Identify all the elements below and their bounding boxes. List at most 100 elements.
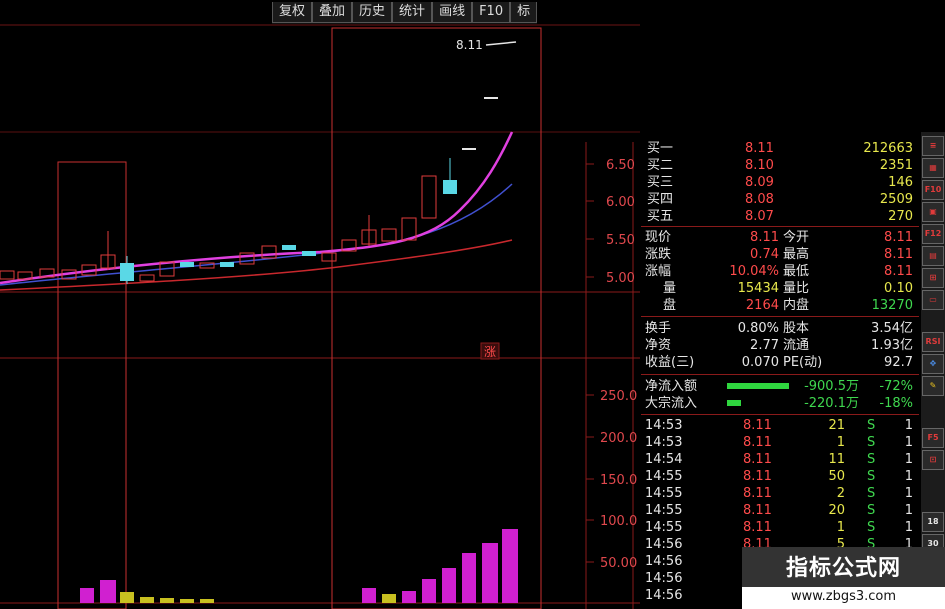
volume-bars — [80, 529, 518, 603]
volume-bar — [442, 568, 456, 603]
bid-volume: 2351 — [879, 158, 913, 173]
candle — [282, 245, 296, 250]
price-tick-label: 6.50 — [606, 158, 635, 173]
tick-time: 14:53 — [645, 418, 683, 433]
fund-value: 2.77 — [750, 338, 779, 353]
quote-panel: 买一 8.11 212663 买二 8.10 2351 买三 8.09 146 买四 8.08… — [641, 140, 919, 609]
bid-price: 8.08 — [745, 192, 774, 207]
volume-bar — [402, 591, 416, 603]
f5-icon[interactable]: F5 — [922, 428, 944, 448]
limit-up-marker: 涨 — [484, 344, 496, 359]
candle — [381, 228, 397, 242]
range-selection-box[interactable] — [57, 161, 127, 609]
stat-label: 量比 — [783, 281, 810, 296]
candle — [139, 274, 155, 282]
flow-value: -900.5万 — [804, 379, 859, 394]
rsi-icon[interactable]: RSI — [922, 332, 944, 352]
price-tick-label: 5.00 — [606, 271, 635, 286]
restore-rights-button[interactable]: 复权 — [272, 2, 313, 23]
tick-volume: 20 — [828, 503, 845, 518]
tick-price: 8.11 — [743, 486, 772, 501]
watermark-title: 指标公式网 — [742, 547, 945, 590]
tick-price: 8.11 — [743, 452, 772, 467]
bid-label: 买二 — [647, 158, 674, 173]
stat-row: 现价 8.11 今开 8.11 — [641, 229, 917, 246]
bid-label: 买三 — [647, 175, 674, 190]
volume-bar — [160, 598, 174, 603]
stat-row: 盘 2164 内盘 13270 — [641, 297, 917, 314]
volume-tick-label: 250.0 — [600, 389, 637, 404]
grid-icon[interactable]: ▦ — [922, 158, 944, 178]
tick-time: 14:55 — [645, 469, 683, 484]
tick-volume: 1 — [836, 520, 845, 535]
tick-row: 14:54 8.11 11 S 1 — [641, 451, 917, 468]
ma-line-mid — [0, 183, 513, 286]
flow-label: 净流入额 — [645, 379, 698, 394]
flow-row: 大宗流入 -220.1万 -18% — [641, 395, 917, 412]
tick-count: 1 — [904, 503, 913, 518]
stat-value: 13270 — [871, 298, 913, 313]
chart-icon[interactable]: ⊞ — [922, 268, 944, 288]
volume-bar — [362, 588, 376, 603]
f12-icon[interactable]: F12 — [922, 224, 944, 244]
move-icon[interactable]: ✥ — [922, 354, 944, 374]
candle — [220, 262, 234, 267]
stat-value: 2164 — [745, 298, 779, 313]
box-icon[interactable]: ⊡ — [922, 450, 944, 470]
divider — [641, 414, 919, 415]
tick-time: 14:54 — [645, 452, 683, 467]
window-icon[interactable]: ▭ — [922, 290, 944, 310]
stat-value: 0.10 — [884, 281, 913, 296]
stat-label: 涨跌 — [645, 247, 672, 262]
flow-bar — [727, 400, 741, 406]
period-18-icon[interactable]: 18 — [922, 512, 944, 532]
stat-value: 8.11 — [750, 230, 779, 245]
tick-side: S — [867, 503, 876, 518]
f10-button[interactable]: F10 — [472, 2, 511, 23]
statistics-button[interactable]: 统计 — [392, 2, 433, 23]
list-icon[interactable]: ≡ — [922, 136, 944, 156]
fund-label: PE(动) — [783, 355, 823, 370]
candle — [443, 180, 457, 194]
volume-bar — [462, 553, 476, 603]
panel-icon[interactable]: ▣ — [922, 202, 944, 222]
tick-count: 1 — [904, 418, 913, 433]
candles — [0, 41, 517, 284]
stat-value: 0.74 — [750, 247, 779, 262]
history-button[interactable]: 历史 — [352, 2, 393, 23]
tick-count: 1 — [904, 435, 913, 450]
tick-volume: 2 — [836, 486, 845, 501]
tick-time: 14:56 — [645, 588, 683, 603]
stat-label: 盘 — [663, 298, 677, 313]
bid-label: 买一 — [647, 141, 674, 156]
order-book-row: 买三 8.09 146 — [641, 174, 917, 191]
stat-label: 今开 — [783, 230, 810, 245]
mark-button[interactable]: 标 — [510, 2, 538, 23]
pencil-icon[interactable]: ✎ — [922, 376, 944, 396]
volume-tick-label: 100.0 — [600, 514, 637, 529]
candle — [0, 270, 15, 280]
price-tick-label: 6.00 — [606, 195, 635, 210]
volume-bar — [120, 592, 134, 603]
order-book-row: 买四 8.08 2509 — [641, 191, 917, 208]
table-icon[interactable]: ▤ — [922, 246, 944, 266]
candle — [302, 251, 316, 256]
f10-icon[interactable]: F10 — [922, 180, 944, 200]
tick-side: S — [867, 486, 876, 501]
chart-toolbar: 复权 叠加 历史 统计 画线 F10 标 — [272, 2, 538, 24]
bid-volume: 212663 — [863, 141, 913, 156]
overlay-button[interactable]: 叠加 — [312, 2, 353, 23]
bid-volume: 2509 — [879, 192, 913, 207]
volume-bar — [482, 543, 498, 603]
kline-chart[interactable]: 6.50 6.00 5.50 5.00 250.0 200.0 150.0 10… — [0, 0, 640, 609]
stat-label: 量 — [663, 281, 677, 296]
tick-time: 14:53 — [645, 435, 683, 450]
candle — [321, 252, 337, 262]
fund-value: 3.54亿 — [871, 321, 913, 336]
range-selection-box-2[interactable] — [331, 27, 542, 609]
fund-value: 0.80% — [737, 321, 779, 336]
stat-row: 涨跌 0.74 最高 8.11 — [641, 246, 917, 263]
tick-price: 8.11 — [743, 469, 772, 484]
draw-line-button[interactable]: 画线 — [432, 2, 473, 23]
fund-label: 换手 — [645, 321, 672, 336]
